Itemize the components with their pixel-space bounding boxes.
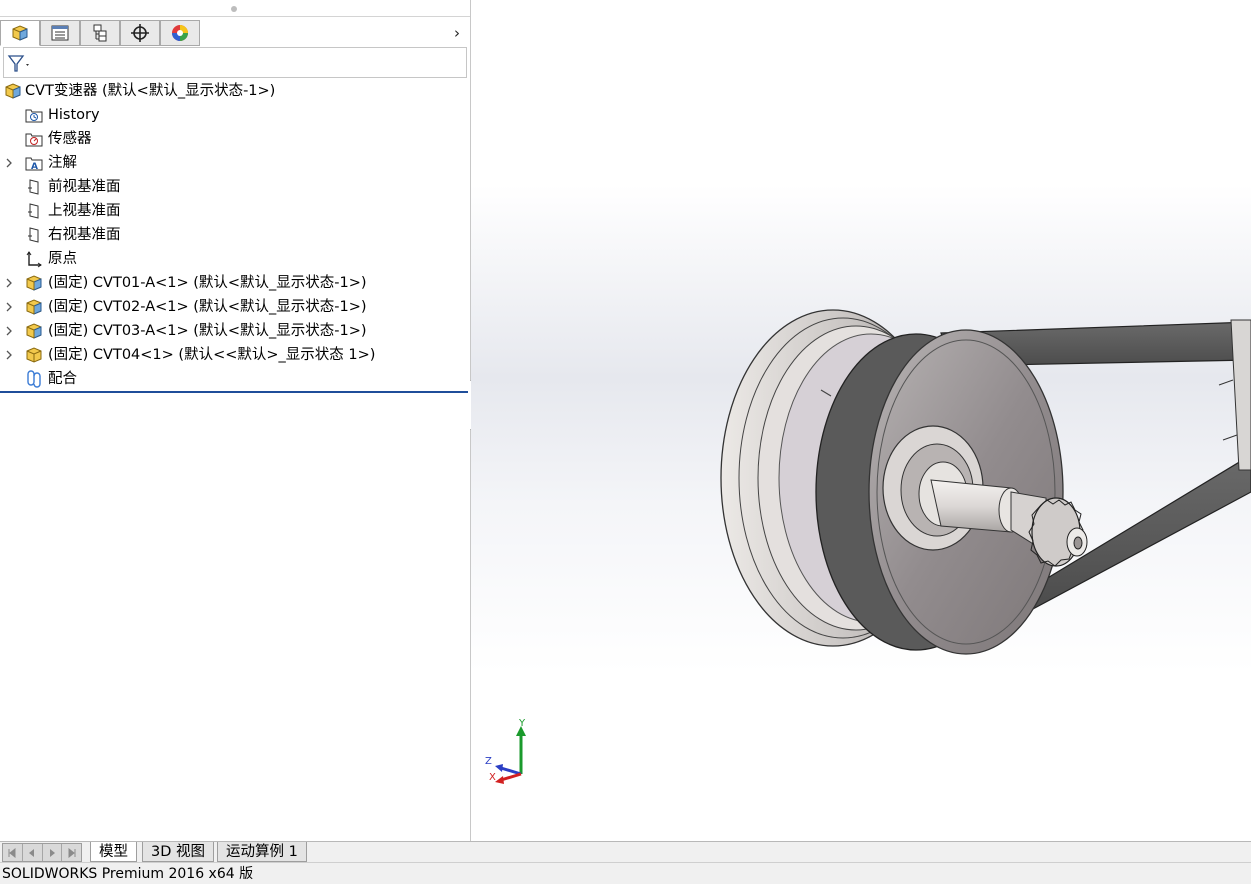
first-tab-button[interactable] (3, 844, 23, 861)
mates-icon (27, 370, 41, 388)
axis-z-label: Z (485, 756, 492, 767)
cvt-model[interactable] (471, 0, 1251, 841)
status-bar: SOLIDWORKS Premium 2016 x64 版 (0, 862, 1251, 884)
manager-tab-bar: › (0, 20, 470, 46)
expand-arrow-icon[interactable] (5, 350, 13, 360)
tree-item-label: 注解 (48, 155, 77, 171)
tree-item-label: (固定) CVT01-A<1> (默认<默认_显示状态-1>) (48, 275, 367, 291)
tree-item-annotations[interactable]: A 注解 (0, 151, 470, 175)
expand-arrow-icon[interactable] (5, 326, 13, 336)
axis-x-label: X (489, 772, 496, 783)
subassembly-icon (26, 323, 42, 339)
tree-rollback-bar[interactable] (0, 391, 468, 393)
last-tab-button[interactable] (62, 844, 81, 861)
panel-expand-arrow[interactable]: › (450, 24, 464, 42)
tree-item-front-plane[interactable]: 前视基准面 (0, 175, 470, 199)
tab-feature-manager[interactable] (0, 20, 40, 46)
gear[interactable] (1028, 497, 1088, 567)
tree-filter-bar[interactable] (3, 47, 467, 78)
tab-model[interactable]: 模型 (90, 842, 137, 862)
expand-arrow-icon[interactable] (5, 158, 13, 168)
subassembly-icon (26, 275, 42, 291)
next-arrow-icon (49, 848, 55, 857)
tree-item-label: (固定) CVT04<1> (默认<<默认>_显示状态 1>) (48, 347, 376, 363)
filter-icon[interactable] (7, 54, 33, 74)
annotations-icon: A (25, 157, 43, 172)
configuration-manager-icon (93, 24, 107, 42)
tree-item-sensors[interactable]: 传感器 (0, 127, 470, 151)
tree-item-label: History (48, 107, 100, 123)
tree-root-label: CVT变速器 (默认<默认_显示状态-1>) (25, 83, 276, 99)
tree-item-label: 原点 (48, 251, 77, 267)
next-tab-button[interactable] (43, 844, 63, 861)
tab-dimxpert-manager[interactable] (120, 20, 160, 46)
tree-item-cvt01[interactable]: (固定) CVT01-A<1> (默认<默认_显示状态-1>) (0, 271, 470, 295)
display-manager-icon (172, 25, 188, 41)
last-arrow-icon (68, 847, 76, 858)
tree-root[interactable]: CVT变速器 (默认<默认_显示状态-1>) (0, 79, 470, 103)
tree-item-label: (固定) CVT02-A<1> (默认<默认_显示状态-1>) (48, 299, 367, 315)
prev-arrow-icon (29, 848, 35, 857)
assembly-icon (5, 83, 21, 99)
tree-item-cvt02[interactable]: (固定) CVT02-A<1> (默认<默认_显示状态-1>) (0, 295, 470, 319)
graphics-area[interactable]: Y Z X (471, 0, 1251, 841)
sensor-folder-icon (25, 133, 43, 147)
history-folder-icon (25, 109, 43, 123)
tree-item-cvt04[interactable]: (固定) CVT04<1> (默认<<默认>_显示状态 1>) (0, 343, 470, 367)
tree-item-label: 配合 (48, 371, 77, 387)
status-text: SOLIDWORKS Premium 2016 x64 版 (2, 866, 254, 882)
tree-item-right-plane[interactable]: 右视基准面 (0, 223, 470, 247)
tab-configuration-manager[interactable] (80, 20, 120, 46)
origin-icon (26, 251, 42, 268)
tree-item-origin[interactable]: 原点 (0, 247, 470, 271)
tab-property-manager[interactable] (40, 20, 80, 46)
tree-item-label: 右视基准面 (48, 227, 121, 243)
bottom-tab-bar: 模型 3D 视图 运动算例 1 (0, 841, 1251, 862)
prev-tab-button[interactable] (23, 844, 43, 861)
panel-grip[interactable] (0, 0, 470, 17)
tab-scroll-buttons (2, 843, 82, 862)
tab-3d-view[interactable]: 3D 视图 (142, 842, 214, 862)
feature-manager-icon (12, 25, 28, 41)
property-manager-icon (51, 25, 69, 41)
tree-item-label: 前视基准面 (48, 179, 121, 195)
plane-icon (28, 179, 39, 195)
expand-arrow-icon[interactable] (5, 278, 13, 288)
tree-item-cvt03[interactable]: (固定) CVT03-A<1> (默认<默认_显示状态-1>) (0, 319, 470, 343)
dimxpert-icon (131, 24, 149, 42)
tree-item-top-plane[interactable]: 上视基准面 (0, 199, 470, 223)
first-arrow-icon (8, 847, 16, 858)
axis-triad: Y Z X (485, 718, 529, 786)
axis-y-label: Y (519, 718, 526, 729)
svg-text:A: A (31, 162, 38, 172)
tab-display-manager[interactable] (160, 20, 200, 46)
plane-icon (28, 203, 39, 219)
tree-item-label: (固定) CVT03-A<1> (默认<默认_显示状态-1>) (48, 323, 367, 339)
tree-item-label: 传感器 (48, 131, 92, 147)
feature-manager-panel: › CVT变速器 (默认<默认_显示状态-1>) History 传感器 A 注… (0, 0, 471, 841)
tree-item-label: 上视基准面 (48, 203, 121, 219)
plane-icon (28, 227, 39, 243)
tree-item-history[interactable]: History (0, 103, 470, 127)
tree-item-mates[interactable]: 配合 (0, 367, 470, 391)
tab-motion-study[interactable]: 运动算例 1 (217, 842, 307, 862)
subassembly-icon (26, 299, 42, 315)
expand-arrow-icon[interactable] (5, 302, 13, 312)
part-icon (26, 347, 42, 363)
